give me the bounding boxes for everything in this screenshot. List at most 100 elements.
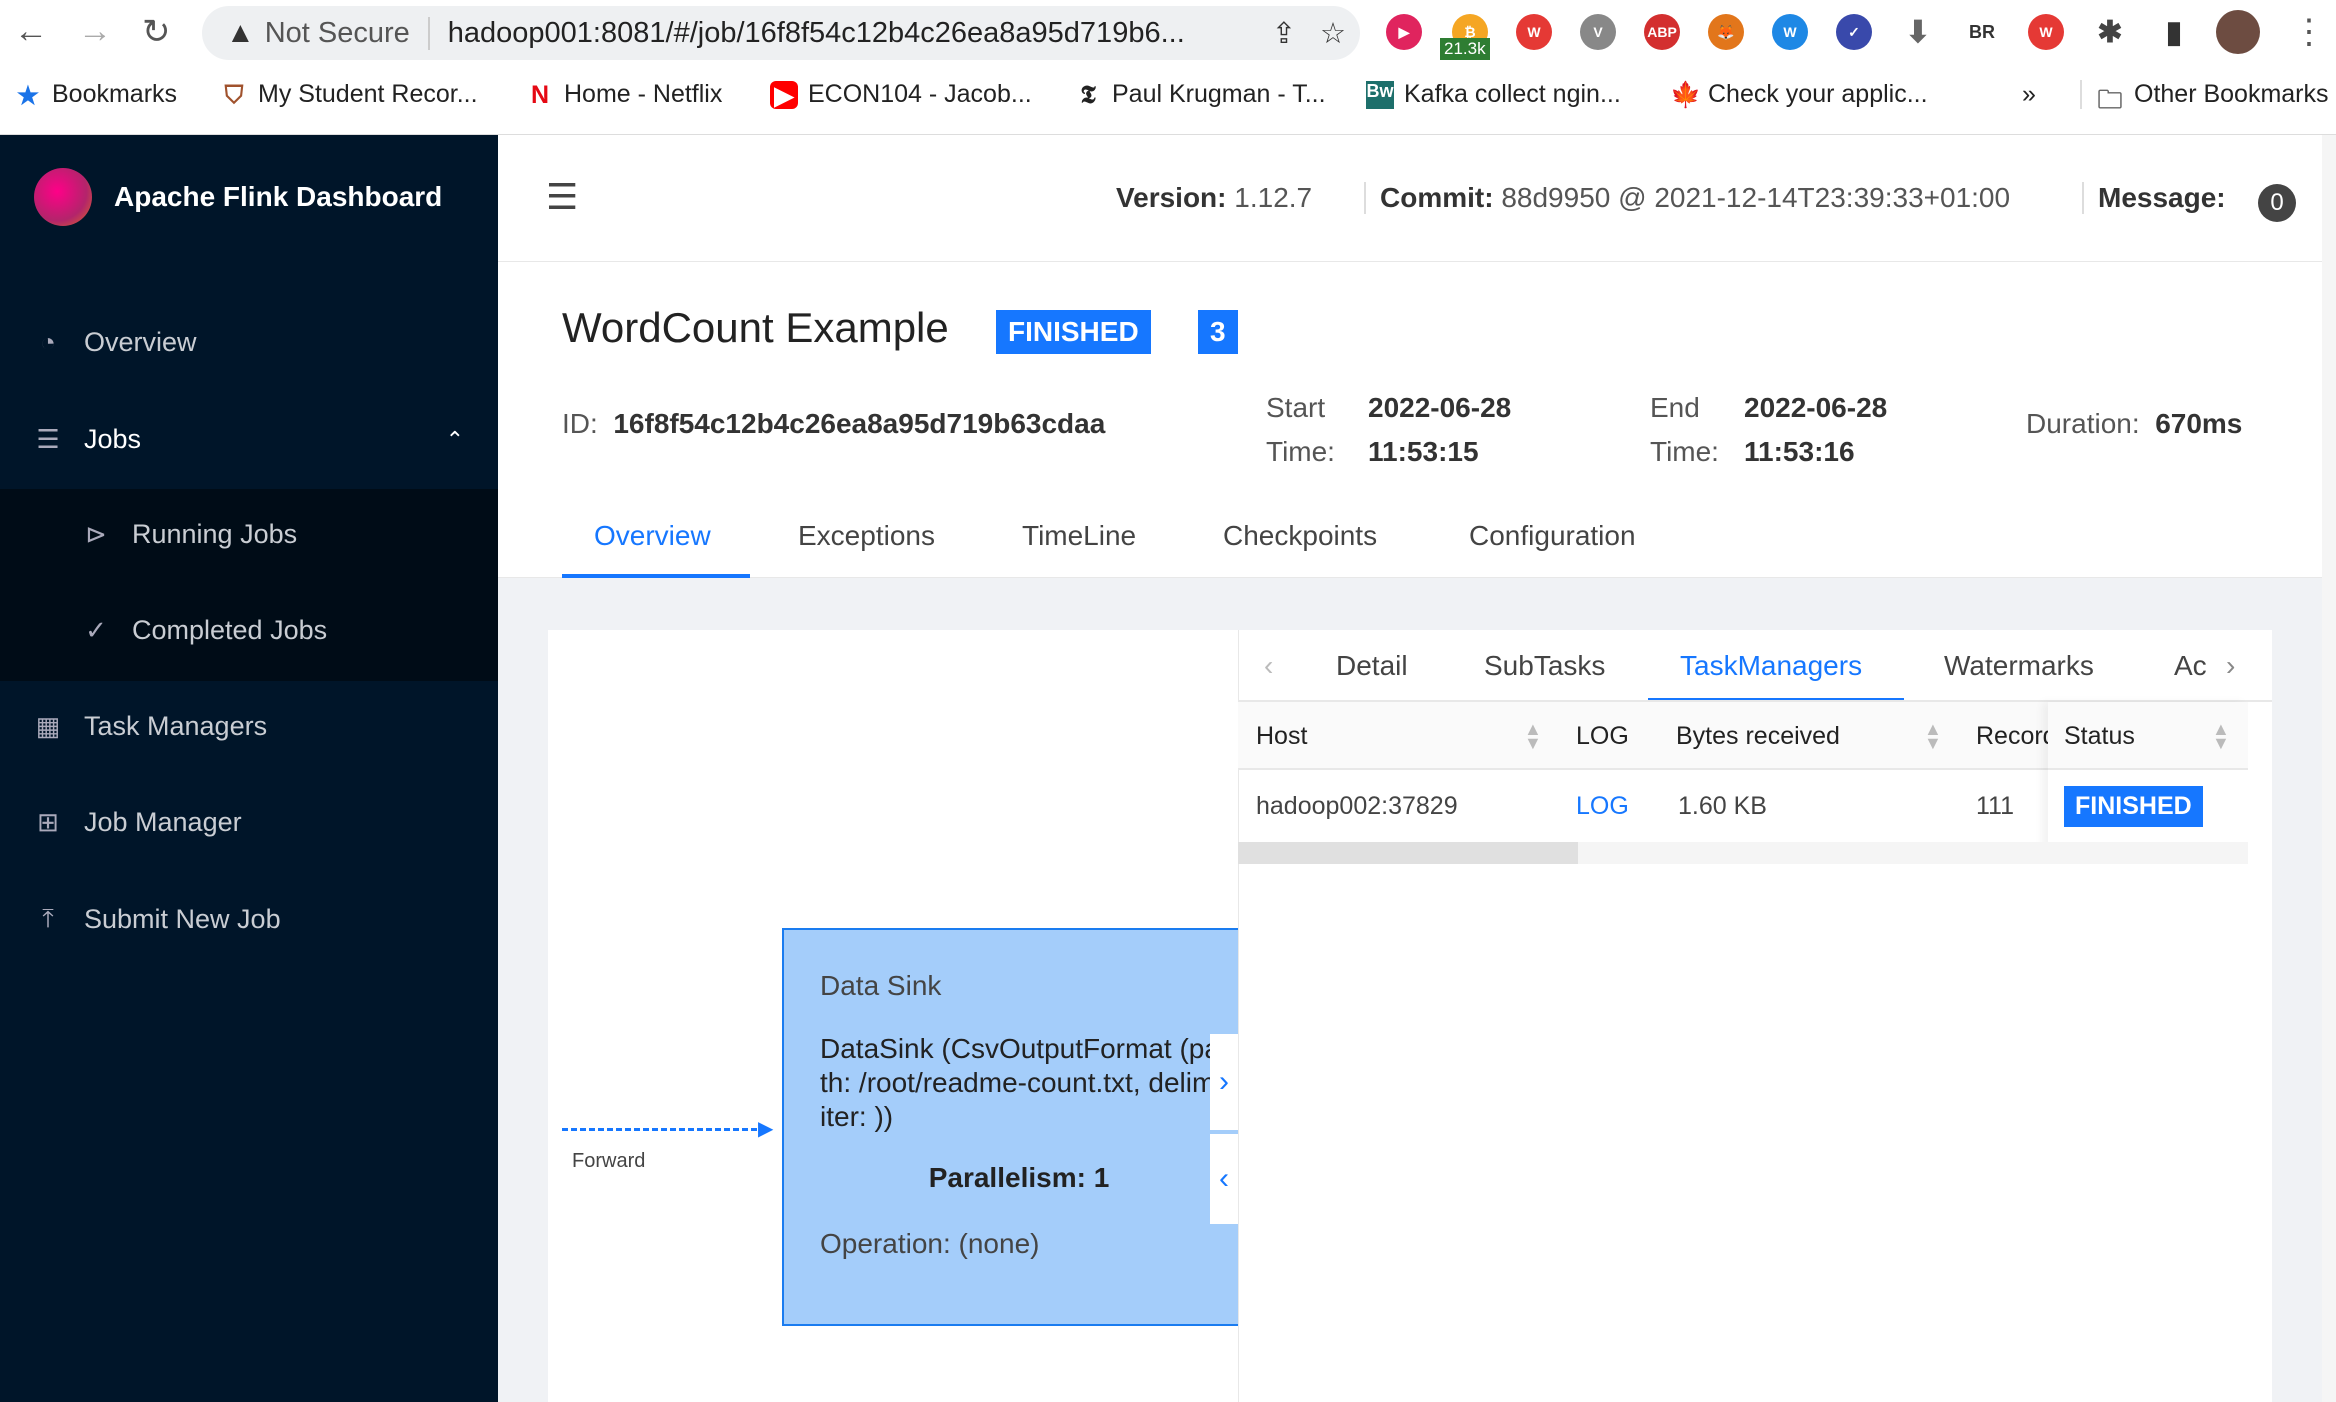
reload-icon[interactable]: ↻ <box>142 12 171 52</box>
build-icon: ⊞ <box>37 807 59 837</box>
tab-taskmanagers[interactable]: TaskManagers <box>1680 650 1862 682</box>
sidepanel-icon[interactable]: ▮ <box>2156 14 2192 50</box>
tab-watermarks[interactable]: Watermarks <box>1944 650 2094 682</box>
tab-configuration[interactable]: Configuration <box>1469 520 1636 552</box>
sidebar-item-completed-jobs[interactable]: ✓ Completed Jobs <box>82 615 327 646</box>
node-operation: Operation: (none) <box>820 1228 1040 1259</box>
extension-w-icon[interactable]: W <box>1516 14 1552 50</box>
bookmark-item[interactable]: 𝕿 Paul Krugman - T... <box>1074 80 1325 109</box>
bookmark-item[interactable]: N Home - Netflix <box>526 80 722 109</box>
tab-exceptions[interactable]: Exceptions <box>798 520 935 552</box>
metamask-icon[interactable]: 🦊 <box>1708 14 1744 50</box>
extension-br-icon[interactable]: BR <box>1964 14 2000 50</box>
sidebar-item-jobs[interactable]: ☰ Jobs ⌃ <box>34 424 464 455</box>
sidebar-item-job-manager[interactable]: ⊞ Job Manager <box>34 807 242 838</box>
col-records[interactable]: Records <box>1976 722 2052 751</box>
forward-icon[interactable]: → <box>78 12 112 51</box>
download-icon[interactable]: ⬇ <box>1900 14 1936 50</box>
duration: Duration: 670ms <box>2026 408 2243 439</box>
page-scrollbar[interactable] <box>2322 135 2336 1402</box>
bookmark-item[interactable]: ▶ ECON104 - Jacob... <box>770 80 1032 110</box>
puzzle-icon[interactable]: ✱ <box>2092 14 2128 50</box>
bytes-cell: 1.60 KB <box>1678 792 1767 820</box>
extension-play-icon[interactable]: ▶ <box>1386 14 1422 50</box>
tab-subtasks[interactable]: SubTasks <box>1484 650 1605 682</box>
start-label: Start Time: <box>1266 392 1335 467</box>
end-label: End Time: <box>1650 392 1719 467</box>
tabs-next-icon[interactable]: › <box>2226 650 2235 682</box>
status-badge: FINISHED <box>996 310 1151 354</box>
check-circle-icon: ✓ <box>85 615 107 645</box>
end-time: 2022-06-28 11:53:16 <box>1744 392 1888 467</box>
records-cell: 111 <box>1976 792 2015 820</box>
menu-fold-icon[interactable]: ☰ <box>546 176 578 218</box>
address-bar[interactable]: ▲ Not Secure hadoop001:8081/#/job/16f8f5… <box>202 6 1360 60</box>
tab-overview[interactable]: Overview <box>594 520 711 552</box>
scrollbar-thumb[interactable] <box>1238 842 1578 864</box>
back-icon[interactable]: ← <box>14 12 48 51</box>
more-bookmarks[interactable]: » <box>2022 80 2036 109</box>
message-info: Message: <box>2082 182 2226 214</box>
graph-edge <box>562 1128 766 1131</box>
log-link[interactable]: LOG <box>1576 792 1629 821</box>
tab-detail[interactable]: Detail <box>1336 650 1408 682</box>
col-log: LOG <box>1576 722 1629 750</box>
list-icon: ☰ <box>36 424 60 454</box>
extension-w-red-icon[interactable]: W <box>2028 14 2064 50</box>
bookmark-item[interactable]: ★ Bookmarks <box>14 80 177 110</box>
expand-right-icon[interactable]: › <box>1210 1034 1238 1130</box>
adblock-icon[interactable]: ABP <box>1644 14 1680 50</box>
bookmark-item[interactable]: Bw Kafka collect ngin... <box>1366 80 1621 109</box>
tab-accumulators[interactable]: Ac <box>2174 650 2207 682</box>
star-icon[interactable]: ☆ <box>1320 16 1346 51</box>
schedule-icon: ▦ <box>35 711 61 741</box>
version-info: Version: 1.12.7 <box>1116 182 1313 213</box>
dashboard-icon: ◔ <box>40 327 56 357</box>
tab-timeline[interactable]: TimeLine <box>1022 520 1136 552</box>
avatar[interactable] <box>2216 10 2260 54</box>
node-parallelism: Parallelism: 1 <box>928 1162 1110 1193</box>
chevron-up-icon: ⌃ <box>445 426 464 452</box>
node-description: DataSink (CsvOutputFormat (path: /root/r… <box>820 1033 1220 1132</box>
url-text: hadoop001:8081/#/job/16f8f54c12b4c26ea8a… <box>447 16 1185 49</box>
collapse-left-icon[interactable]: ‹ <box>1210 1134 1238 1224</box>
other-bookmarks[interactable]: 🗀 Other Bookmarks <box>2080 80 2329 114</box>
commit-info: Commit: 88d9950 @ 2021-12-14T23:39:33+01… <box>1364 182 2010 214</box>
node-title: Data Sink <box>820 970 942 1001</box>
extension-v-icon[interactable]: V <box>1580 14 1616 50</box>
col-host[interactable]: Host <box>1256 722 1307 751</box>
extension-w-blue-icon[interactable]: W <box>1772 14 1808 50</box>
graph-node[interactable]: Data Sink DataSink (CsvOutputFormat (pat… <box>782 928 1238 1326</box>
sidebar-item-running-jobs[interactable]: ⊳ Running Jobs <box>82 519 297 550</box>
parallelism-badge: 3 <box>1198 310 1238 354</box>
active-tab-indicator <box>562 574 750 578</box>
col-status[interactable]: Status <box>2064 722 2135 751</box>
sidebar-item-submit-new-job[interactable]: ⤒ Submit New Job <box>34 903 280 935</box>
job-title: WordCount Example <box>562 304 949 351</box>
sidebar <box>0 135 498 1402</box>
sort-icon[interactable]: ▲ ▼ <box>2212 720 2230 752</box>
menu-icon[interactable]: ⋮ <box>2292 12 2326 52</box>
horizontal-scrollbar[interactable] <box>1238 842 2248 864</box>
flink-logo-icon <box>34 168 92 226</box>
bookmark-item[interactable]: ⛉ My Student Recor... <box>220 80 478 109</box>
extension-check-icon[interactable]: ✓ <box>1836 14 1872 50</box>
security-label: Not Secure <box>265 16 430 50</box>
jobs-submenu <box>0 489 498 681</box>
sidebar-item-task-managers[interactable]: ▦ Task Managers <box>34 711 267 742</box>
warning-icon: ▲ <box>226 16 255 49</box>
logo[interactable]: Apache Flink Dashboard <box>34 168 442 226</box>
message-count-badge[interactable]: 0 <box>2258 184 2296 222</box>
bookmark-item[interactable]: 🍁 Check your applic... <box>1670 80 1928 109</box>
tab-checkpoints[interactable]: Checkpoints <box>1223 520 1377 552</box>
share-icon[interactable]: ⇪ <box>1272 16 1296 51</box>
edge-label: Forward <box>572 1150 646 1172</box>
sort-icon[interactable]: ▲ ▼ <box>1524 720 1542 752</box>
arrow-icon: ▶ <box>758 1118 774 1140</box>
tabs-prev-icon[interactable]: ‹ <box>1264 650 1273 682</box>
host-cell: hadoop002:37829 <box>1256 792 1458 820</box>
start-time: 2022-06-28 11:53:15 <box>1368 392 1512 467</box>
sort-icon[interactable]: ▲ ▼ <box>1924 720 1942 752</box>
col-bytes-received[interactable]: Bytes received <box>1676 722 1840 751</box>
sidebar-item-overview[interactable]: ◔ Overview <box>34 327 196 358</box>
